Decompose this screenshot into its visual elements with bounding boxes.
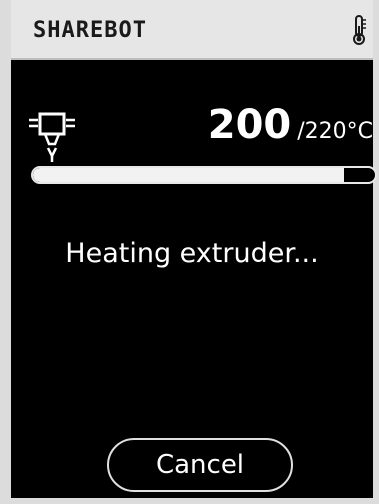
- main-screen: 200/220°C Heating extruder... Cancel: [11, 60, 377, 498]
- heating-progress-bar: [31, 166, 377, 184]
- target-temperature: /220°C: [297, 119, 373, 144]
- status-message: Heating extruder...: [65, 238, 319, 269]
- printer-display: SHAREBOT 200 /220°C Heating extruder... …: [0, 0, 379, 504]
- bezel-bottom: [0, 498, 379, 504]
- bezel-left: [0, 0, 11, 504]
- temperature-readout: 200/220°C: [208, 102, 373, 148]
- heating-progress-fill: [33, 168, 345, 182]
- current-temperature: 200: [207, 102, 292, 148]
- thermometer-icon: [351, 14, 367, 46]
- cancel-button[interactable]: Cancel: [107, 438, 293, 492]
- brand-title: SHAREBOT: [33, 18, 147, 43]
- header-bar: SHAREBOT: [11, 0, 373, 60]
- extruder-icon: [29, 112, 75, 164]
- bezel-right: [373, 0, 379, 504]
